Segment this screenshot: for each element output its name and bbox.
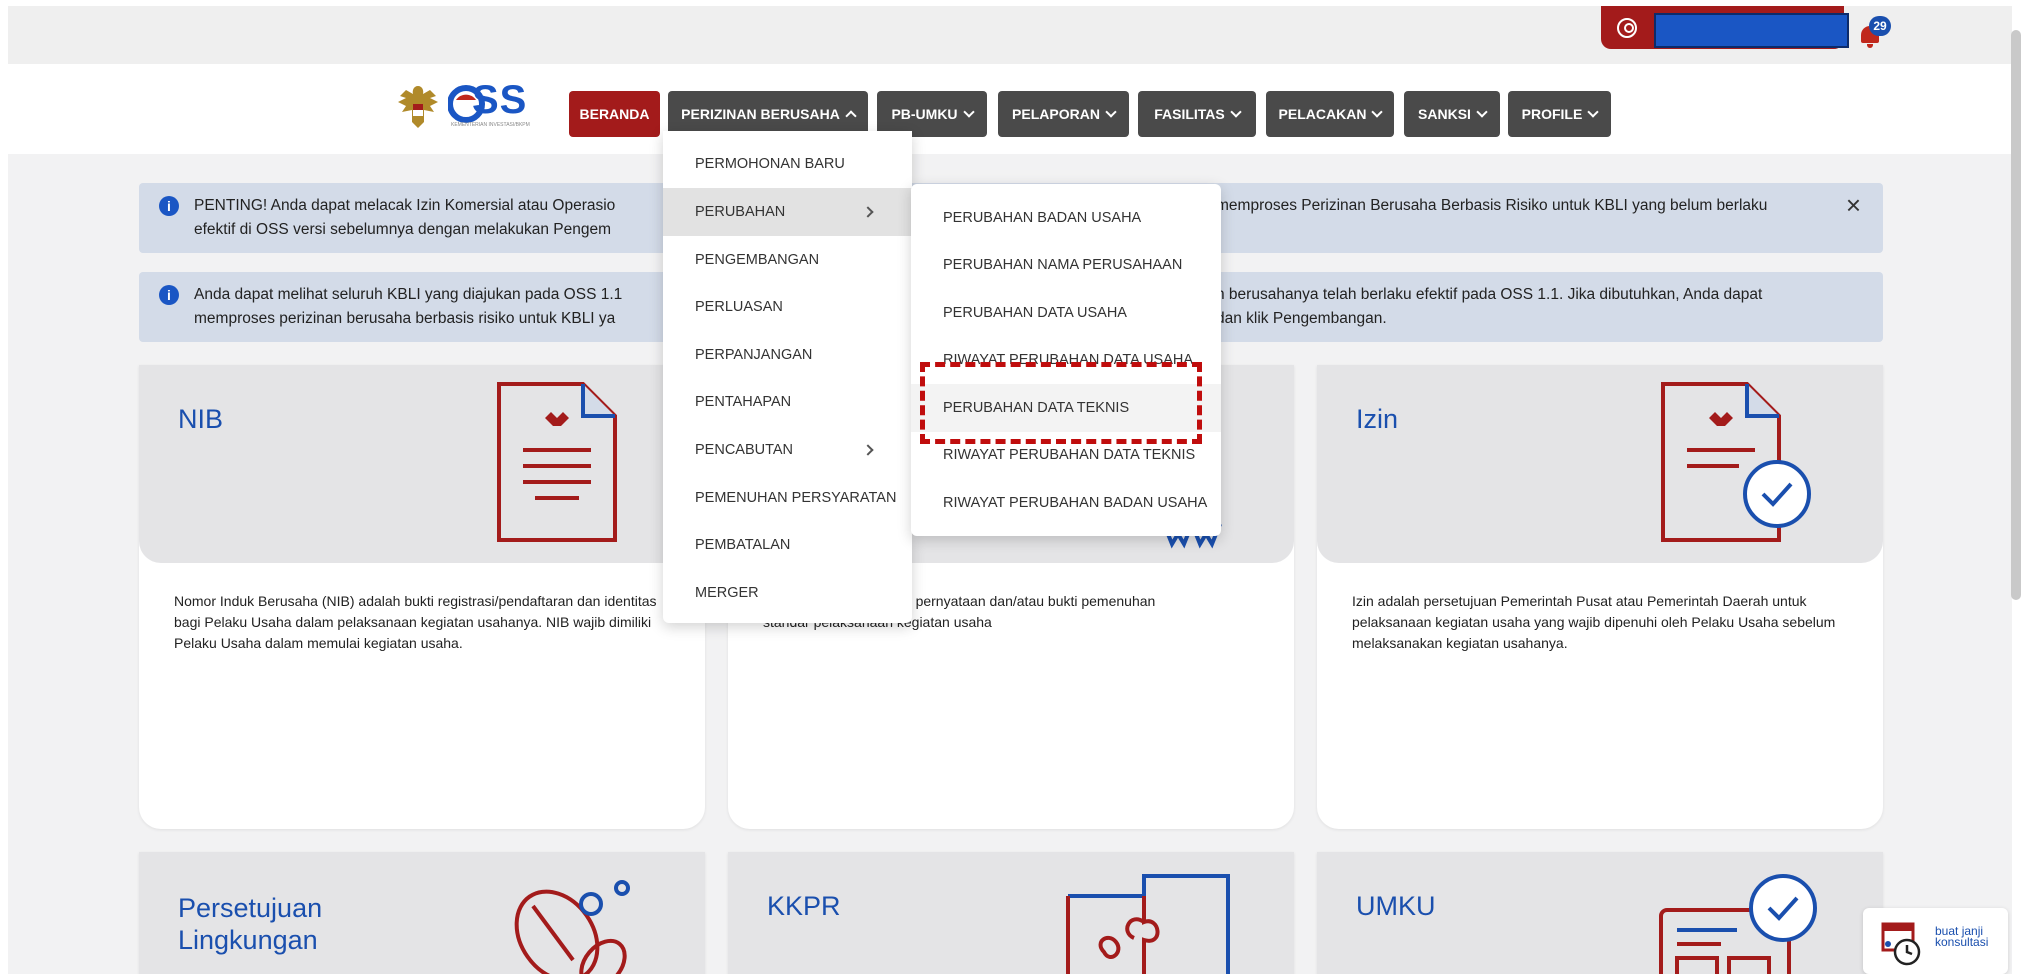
main-navbar: SS KEMENTERIAN INVESTASI/BKPM BERANDA PE… xyxy=(8,64,2012,154)
nav-profile[interactable]: PROFILE xyxy=(1508,91,1611,137)
chevron-down-icon xyxy=(1230,105,1242,118)
leaf-icon xyxy=(514,880,630,974)
calendar-clock-icon xyxy=(1881,922,1921,966)
page-scrollbar[interactable] xyxy=(2011,30,2021,600)
menu-item-perpanjangan[interactable]: PERPANJANGAN xyxy=(663,331,912,379)
perizinan-dropdown-menu: PERMOHONAN BARU PERUBAHAN PENGEMBANGAN P… xyxy=(663,131,912,623)
card-title: Izin xyxy=(1356,404,1399,434)
info-icon: i xyxy=(159,196,179,216)
card-description: Nomor Induk Berusaha (NIB) adalah bukti … xyxy=(174,593,657,651)
info-icon: i xyxy=(159,285,179,305)
username-redacted xyxy=(1654,13,1849,48)
chevron-down-icon xyxy=(1105,105,1117,118)
menu-item-merger[interactable]: MERGER xyxy=(663,569,912,617)
menu-item-permohonan-baru[interactable]: PERMOHONAN BARU xyxy=(663,140,912,188)
chevron-down-icon xyxy=(962,105,975,118)
chevron-right-icon xyxy=(862,206,874,218)
oss-logo-text: SS xyxy=(472,78,528,122)
submenu-item-perubahan-badan-usaha[interactable]: PERUBAHAN BADAN USAHA xyxy=(911,194,1221,242)
nav-beranda[interactable]: BERANDA xyxy=(569,91,660,137)
card-description: Izin adalah persetujuan Pemerintah Pusat… xyxy=(1352,593,1836,651)
close-alert-button[interactable]: × xyxy=(1846,192,1861,218)
submenu-item-riwayat-perubahan-data-teknis[interactable]: RIWAYAT PERUBAHAN DATA TEKNIS xyxy=(911,431,1221,479)
card-umku[interactable]: UMKU xyxy=(1317,852,1883,974)
chevron-down-icon xyxy=(1587,105,1599,118)
menu-item-pencabutan[interactable]: PENCABUTAN xyxy=(663,426,912,474)
submenu-item-riwayat-perubahan-badan-usaha[interactable]: RIWAYAT PERUBAHAN BADAN USAHA xyxy=(911,479,1221,527)
menu-item-perubahan[interactable]: PERUBAHAN xyxy=(663,188,912,236)
chevron-down-icon xyxy=(1371,105,1384,118)
chevron-up-icon xyxy=(845,110,857,122)
card-kkpr[interactable]: KKPR xyxy=(728,852,1294,974)
nav-pelaporan[interactable]: PELAPORAN xyxy=(998,91,1129,137)
user-circle-icon xyxy=(1617,18,1637,38)
document-icon xyxy=(497,382,617,542)
perubahan-submenu: PERUBAHAN BADAN USAHA PERUBAHAN NAMA PER… xyxy=(911,184,1221,536)
konsultasi-label: buat janji konsultasi xyxy=(1935,924,1989,949)
logo-subtitle: KEMENTERIAN INVESTASI/BKPM xyxy=(451,122,530,128)
submenu-item-riwayat-perubahan-data-usaha[interactable]: RIWAYAT PERUBAHAN DATA USAHA xyxy=(911,336,1221,384)
menu-item-pentahapan[interactable]: PENTAHAPAN xyxy=(663,378,912,426)
submenu-item-perubahan-data-teknis[interactable]: PERUBAHAN DATA TEKNIS xyxy=(911,384,1221,432)
puzzle-icon xyxy=(1066,874,1230,974)
menu-item-perluasan[interactable]: PERLUASAN xyxy=(663,283,912,331)
card-title: UMKU xyxy=(1356,891,1436,921)
card-nib[interactable]: NIB Nomor Induk Berusaha (NIB) adalah bu… xyxy=(139,365,705,829)
card-title: KKPR xyxy=(767,891,841,921)
card-persetujuan-lingkungan[interactable]: Persetujuan Lingkungan xyxy=(139,852,705,974)
card-title: NIB xyxy=(178,404,224,434)
menu-item-pembatalan[interactable]: PEMBATALAN xyxy=(663,521,912,569)
oss-logo[interactable]: SS KEMENTERIAN INVESTASI/BKPM xyxy=(396,78,556,132)
notification-badge: 29 xyxy=(1869,16,1891,36)
garuda-emblem-icon xyxy=(398,86,438,128)
user-menu[interactable] xyxy=(1601,6,1849,49)
konsultasi-button[interactable]: buat janji konsultasi xyxy=(1863,908,2008,974)
menu-item-pemenuhan-persyaratan[interactable]: PEMENUHAN PERSYARATAN xyxy=(663,474,912,522)
menu-item-pengembangan[interactable]: PENGEMBANGAN xyxy=(663,236,912,284)
approved-document-icon xyxy=(1661,382,1811,542)
submenu-item-perubahan-nama-perusahaan[interactable]: PERUBAHAN NAMA PERUSAHAAN xyxy=(911,241,1221,289)
card-title: Persetujuan Lingkungan xyxy=(178,893,323,955)
top-bar: 29 xyxy=(8,6,2012,64)
card-izin[interactable]: Izin Izin adalah persetujuan Pemerintah … xyxy=(1317,365,1883,829)
chevron-right-icon xyxy=(862,444,874,456)
approved-form-icon xyxy=(1659,874,1817,974)
app-viewport: 29 SS KEMENTERIAN INVESTASI/BKPM BERANDA… xyxy=(8,6,2012,974)
notification-button[interactable]: 29 xyxy=(1859,16,1891,48)
nav-fasilitas[interactable]: FASILITAS xyxy=(1138,91,1256,137)
nav-sanksi[interactable]: SANKSI xyxy=(1404,91,1500,137)
chevron-down-icon xyxy=(1476,105,1488,118)
submenu-item-perubahan-data-usaha[interactable]: PERUBAHAN DATA USAHA xyxy=(911,289,1221,337)
nav-pelacakan[interactable]: PELACAKAN xyxy=(1266,91,1394,137)
